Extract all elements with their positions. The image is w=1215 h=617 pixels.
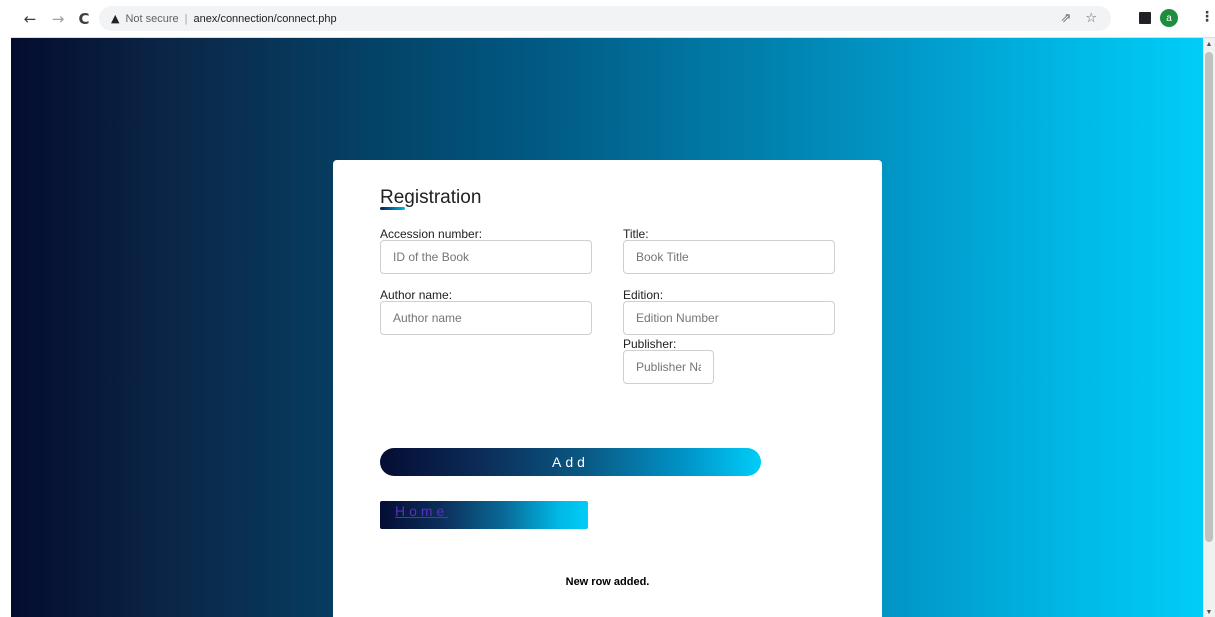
scroll-down-icon[interactable]: ▼ bbox=[1203, 609, 1215, 616]
security-label[interactable]: Not secure bbox=[125, 13, 178, 25]
title-label: Title: bbox=[623, 227, 649, 241]
edition-input[interactable] bbox=[623, 301, 835, 335]
side-panel-icon[interactable] bbox=[1139, 12, 1151, 24]
home-link[interactable]: Home bbox=[395, 503, 448, 519]
form-title: Registration bbox=[380, 187, 482, 208]
reload-icon[interactable]: C bbox=[74, 9, 94, 29]
accession-number-input[interactable] bbox=[380, 240, 592, 274]
share-icon[interactable]: ⇗ bbox=[1060, 11, 1071, 26]
profile-avatar[interactable]: a bbox=[1160, 9, 1178, 27]
warning-icon[interactable]: ▲ bbox=[111, 12, 119, 25]
author-name-input[interactable] bbox=[380, 301, 592, 335]
publisher-input[interactable] bbox=[623, 350, 714, 384]
title-input[interactable] bbox=[623, 240, 835, 274]
forward-arrow-icon[interactable]: → bbox=[48, 9, 68, 29]
accession-number-label: Accession number: bbox=[380, 227, 483, 241]
browser-toolbar: ← → C ▲ Not secure | anex/connection/con… bbox=[11, 0, 1215, 38]
author-name-label: Author name: bbox=[380, 288, 453, 302]
vertical-scrollbar[interactable]: ▲ ▼ bbox=[1203, 38, 1215, 617]
title-underline bbox=[380, 207, 405, 210]
url-text[interactable]: anex/connection/connect.php bbox=[194, 13, 337, 25]
more-menu-icon[interactable]: ⋮ bbox=[1200, 9, 1214, 25]
browser-window: ← → C ▲ Not secure | anex/connection/con… bbox=[0, 0, 1215, 617]
edition-label: Edition: bbox=[623, 288, 664, 302]
address-separator: | bbox=[184, 12, 188, 25]
status-message: New row added. bbox=[565, 576, 650, 588]
page-background: Registration Accession number: Title: Au… bbox=[11, 38, 1203, 617]
address-bar-actions: ⇗ ☆ bbox=[1060, 6, 1097, 31]
add-button[interactable]: Add bbox=[380, 448, 761, 476]
home-button[interactable]: Home bbox=[380, 501, 588, 529]
registration-card: Registration Accession number: Title: Au… bbox=[333, 160, 882, 617]
bookmark-star-icon[interactable]: ☆ bbox=[1085, 11, 1097, 26]
publisher-label: Publisher: bbox=[623, 337, 677, 351]
scroll-up-icon[interactable]: ▲ bbox=[1203, 41, 1215, 48]
scrollbar-thumb[interactable] bbox=[1205, 52, 1213, 542]
address-bar[interactable]: ▲ Not secure | anex/connection/connect.p… bbox=[99, 6, 1111, 31]
back-arrow-icon[interactable]: ← bbox=[20, 9, 40, 29]
